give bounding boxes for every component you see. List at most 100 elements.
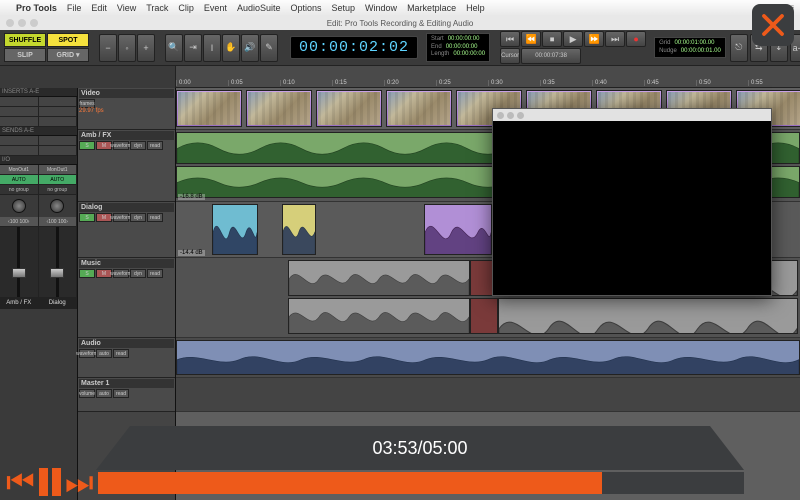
channel-name[interactable]: Amb / FX <box>0 297 38 309</box>
track-header-ambfx[interactable]: Amb / FX S M waveform dyn read <box>78 130 175 202</box>
view-selector[interactable]: waveform <box>113 141 129 150</box>
play-button[interactable]: ▶ <box>563 31 583 47</box>
traffic-lights[interactable] <box>6 19 38 27</box>
player-next-button[interactable]: ⏭ <box>65 466 94 498</box>
view-selector[interactable]: waveform <box>79 349 95 358</box>
menu-window[interactable]: Window <box>365 3 397 13</box>
group-selector[interactable]: no group <box>39 185 77 195</box>
automation-mode[interactable]: auto <box>96 389 112 398</box>
track-header-audio[interactable]: Audio waveform auto read <box>78 338 175 378</box>
clip-music[interactable] <box>470 298 498 334</box>
automation-mode[interactable]: auto <box>96 349 112 358</box>
menu-view[interactable]: View <box>117 3 136 13</box>
lane-audio[interactable] <box>176 338 800 378</box>
video-window[interactable]: 00:00:02:02 <box>492 108 772 296</box>
pan-knob[interactable] <box>0 195 38 217</box>
elastic-button[interactable]: dyn <box>130 213 146 222</box>
clip-dialog[interactable] <box>212 204 258 255</box>
insert-slot[interactable] <box>0 107 38 117</box>
pan-knob[interactable] <box>39 195 77 217</box>
automation-read[interactable]: read <box>147 213 163 222</box>
group-selector[interactable]: no group <box>0 185 38 195</box>
menu-edit[interactable]: Edit <box>91 3 107 13</box>
video-thumbnail[interactable] <box>386 90 452 127</box>
automation-mode[interactable]: AUTO <box>39 175 77 185</box>
player-prev-button[interactable]: ⏮ <box>6 466 35 498</box>
mode-spot-button[interactable]: SPOT <box>47 33 89 47</box>
automation-mode[interactable]: AUTO <box>0 175 38 185</box>
clip-music[interactable] <box>498 298 798 334</box>
io-output[interactable]: MonOut1 <box>39 165 77 175</box>
video-thumbnail[interactable] <box>316 90 382 127</box>
menu-help[interactable]: Help <box>466 3 485 13</box>
track-header-music[interactable]: Music S M waveform dyn read <box>78 258 175 338</box>
automation-read[interactable]: read <box>147 269 163 278</box>
track-name[interactable]: Amb / FX <box>79 131 174 140</box>
solo-button[interactable]: S <box>79 141 95 150</box>
menu-marketplace[interactable]: Marketplace <box>407 3 456 13</box>
volume-fader[interactable] <box>0 227 38 297</box>
sel-start-value[interactable]: 00:00:00:00 <box>448 36 480 44</box>
mode-grid-button[interactable]: GRID ▾ <box>47 48 89 62</box>
record-button[interactable]: ● <box>626 31 646 47</box>
ffwd-button[interactable]: ⏩ <box>584 31 604 47</box>
channel-name[interactable]: Dialog <box>39 297 77 309</box>
send-slot[interactable] <box>39 136 77 146</box>
menu-event[interactable]: Event <box>204 3 227 13</box>
automation-read[interactable]: read <box>113 389 129 398</box>
nudge-value[interactable]: 00:00:00:01.00 <box>681 48 721 56</box>
insert-slot[interactable] <box>0 117 38 127</box>
volume-fader[interactable] <box>39 227 77 297</box>
clip-audio[interactable] <box>176 340 800 375</box>
track-header-video[interactable]: Video frames 29.97 fps <box>78 88 175 130</box>
clip-dialog[interactable] <box>282 204 316 255</box>
solo-button[interactable]: S <box>79 213 95 222</box>
io-output[interactable]: MonOut1 <box>0 165 38 175</box>
mode-shuffle-button[interactable]: SHUFFLE <box>4 33 46 47</box>
insert-slot[interactable] <box>0 97 38 107</box>
track-name[interactable]: Master 1 <box>79 379 174 388</box>
zoom-out-button[interactable]: − <box>99 34 117 62</box>
mode-slip-button[interactable]: SLIP <box>4 48 46 62</box>
track-name[interactable]: Dialog <box>79 203 174 212</box>
track-name[interactable]: Music <box>79 259 174 268</box>
zoom-preset-button[interactable]: ◦ <box>118 34 136 62</box>
clip-dialog[interactable] <box>424 204 492 255</box>
automation-read[interactable]: read <box>113 349 129 358</box>
lane-master[interactable] <box>176 378 800 412</box>
trim-tool[interactable]: ⇥ <box>184 34 202 62</box>
video-thumbnail[interactable] <box>246 90 312 127</box>
player-pause-button[interactable] <box>39 468 61 496</box>
menu-file[interactable]: File <box>67 3 82 13</box>
elastic-button[interactable]: dyn <box>130 269 146 278</box>
volume-view[interactable]: volume <box>79 389 95 398</box>
video-window-titlebar[interactable] <box>493 109 771 121</box>
elastic-button[interactable]: dyn <box>130 141 146 150</box>
overlay-close-button[interactable] <box>752 4 794 46</box>
sel-end-value[interactable]: 00:00:00:00 <box>446 44 478 52</box>
sel-length-value[interactable]: 00:00:00:00 <box>453 51 485 59</box>
scrubber-tool[interactable]: 🔊 <box>241 34 259 62</box>
insert-slot[interactable] <box>39 107 77 117</box>
track-name[interactable]: Video <box>79 89 174 98</box>
menu-audiosuite[interactable]: AudioSuite <box>237 3 281 13</box>
menu-options[interactable]: Options <box>290 3 321 13</box>
clip-music[interactable] <box>288 260 470 296</box>
menu-setup[interactable]: Setup <box>332 3 356 13</box>
solo-button[interactable]: S <box>79 269 95 278</box>
send-slot[interactable] <box>0 146 38 156</box>
main-counter[interactable]: 00:00:02:02 <box>290 36 418 59</box>
app-menu[interactable]: Pro Tools <box>16 3 57 13</box>
send-slot[interactable] <box>39 146 77 156</box>
clip-music[interactable] <box>288 298 470 334</box>
link-button[interactable]: ⎋ <box>730 34 748 62</box>
track-name[interactable]: Audio <box>79 339 174 348</box>
timeline-ruler[interactable]: 0:000:050:100:150:200:250:300:350:400:45… <box>0 66 800 88</box>
player-progress-bar[interactable] <box>98 472 744 494</box>
stop-button[interactable]: ⏹ <box>542 31 562 47</box>
video-thumbnail[interactable] <box>176 90 242 127</box>
rewind-button[interactable]: ⏪ <box>521 31 541 47</box>
view-selector[interactable]: waveform <box>113 213 129 222</box>
insert-slot[interactable] <box>39 97 77 107</box>
go-to-end-button[interactable]: ⏭ <box>605 31 625 47</box>
